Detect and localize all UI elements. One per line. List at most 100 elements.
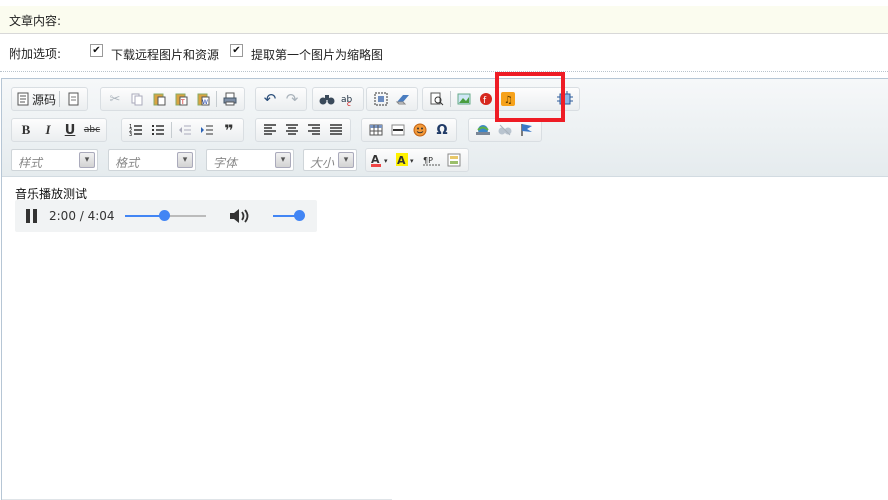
source-icon [17, 92, 29, 106]
underline-button[interactable]: U [60, 120, 80, 140]
numbered-list-button[interactable]: 123 [126, 120, 146, 140]
select-all-button[interactable] [371, 89, 391, 109]
show-blocks-button[interactable] [444, 150, 464, 170]
unlink-icon [498, 124, 512, 136]
find-button[interactable] [317, 89, 337, 109]
toolbar-group-insert: f ♫ [422, 87, 580, 111]
svg-text:¶P: ¶P [423, 156, 433, 165]
preview-button[interactable] [427, 89, 447, 109]
justify-button[interactable] [326, 120, 346, 140]
template-icon [68, 92, 79, 106]
table-icon [369, 124, 383, 136]
copy-button[interactable] [127, 89, 147, 109]
toolbar-group-history: ↶ ↷ [255, 87, 307, 111]
paste-text-icon: T [175, 93, 188, 106]
align-center-button[interactable] [282, 120, 302, 140]
print-button[interactable] [220, 89, 240, 109]
paste-text-button[interactable]: T [171, 89, 191, 109]
align-left-button[interactable] [260, 120, 280, 140]
volume-knob[interactable] [293, 210, 305, 221]
image-button[interactable] [454, 89, 474, 109]
flag-icon [521, 124, 532, 136]
chevron-down-icon[interactable]: ▾ [79, 152, 95, 168]
text-color-button[interactable]: A ▾ [370, 150, 394, 170]
font-placeholder: 字体 [213, 156, 238, 170]
bullet-list-button[interactable] [148, 120, 168, 140]
font-select[interactable]: 字体 ▾ [206, 149, 294, 171]
strike-button[interactable]: abc [82, 120, 102, 140]
paste-word-button[interactable]: W [193, 89, 213, 109]
toolbar-group-clipboard: ✂ T W [100, 87, 245, 111]
blockquote-button[interactable]: ❞ [219, 120, 239, 140]
chevron-down-icon[interactable]: ▾ [338, 152, 354, 168]
template-button[interactable] [63, 89, 83, 109]
volume-icon[interactable] [229, 208, 251, 224]
undo-icon: ↶ [263, 90, 277, 108]
iframe-button[interactable] [555, 89, 575, 109]
text-color-icon: A ▾ [371, 153, 388, 167]
cut-icon: ✂ [109, 91, 121, 107]
toolbar-group-lists: 123 ❞ [121, 118, 244, 142]
justify-icon [330, 124, 342, 135]
separator [216, 91, 217, 107]
select-all-icon [374, 92, 388, 106]
bullet-list-icon [152, 125, 164, 135]
copy-icon [131, 93, 143, 106]
link-button[interactable] [473, 120, 493, 140]
toolbar-group-textstyle: B I U abc [11, 118, 107, 142]
svg-text:T: T [180, 99, 185, 106]
replace-button[interactable]: ab c [339, 89, 359, 109]
omega-icon: Ω [436, 122, 448, 138]
table-button[interactable] [366, 120, 386, 140]
source-button[interactable]: 源码 [16, 89, 56, 109]
download-remote-checkbox[interactable]: ✔ [90, 44, 103, 57]
remove-format-button[interactable] [393, 89, 413, 109]
paste-word-icon: W [197, 93, 210, 106]
separator [450, 91, 451, 107]
italic-button[interactable]: I [38, 120, 58, 140]
unlink-button[interactable] [495, 120, 515, 140]
editor-content[interactable]: 音乐播放测试 2:00 / 4:04 [2, 178, 888, 500]
horizontal-rule-icon [391, 124, 405, 136]
chevron-down-icon[interactable]: ▾ [177, 152, 193, 168]
format-select[interactable]: 格式 ▾ [108, 149, 196, 171]
music-note-icon: ♫ [501, 92, 515, 106]
outdent-button[interactable] [175, 120, 195, 140]
redo-button[interactable]: ↷ [282, 89, 302, 109]
svg-text:♫: ♫ [504, 95, 513, 106]
align-right-button[interactable] [304, 120, 324, 140]
player-time: 2:00 / 4:04 [49, 209, 115, 223]
smiley-icon [413, 123, 427, 137]
toolbar-group-colors: A ▾ A ▾ ¶P [365, 148, 469, 172]
align-center-icon [286, 124, 298, 135]
smiley-button[interactable] [410, 120, 430, 140]
flash-button[interactable]: f [476, 89, 496, 109]
download-remote-label: 下载远程图片和资源 [111, 48, 220, 62]
replace-icon: abc [341, 95, 353, 106]
toolbar-group-align [255, 118, 351, 142]
flash-icon: f [480, 93, 492, 106]
svg-text:▾: ▾ [384, 157, 388, 165]
pause-icon[interactable] [26, 209, 38, 223]
chevron-down-icon[interactable]: ▾ [275, 152, 291, 168]
horizontal-rule-button[interactable] [388, 120, 408, 140]
undo-button[interactable]: ↶ [260, 89, 280, 109]
rich-text-editor: 源码 ✂ T W ↶ ↷ ab c f ♫ B I U abc 1 2 3 ❞ … [1, 78, 888, 500]
style-select[interactable]: 样式 ▾ [11, 149, 98, 171]
music-button[interactable]: ♫ [498, 89, 542, 109]
indent-button[interactable] [197, 120, 217, 140]
numbered-list-icon: 123 [129, 124, 142, 137]
cut-button[interactable]: ✂ [105, 89, 125, 109]
paste-button[interactable] [149, 89, 169, 109]
special-char-button[interactable]: Ω [432, 120, 452, 140]
size-select[interactable]: 大小 ▾ [303, 149, 357, 171]
toolbar-group-objects: Ω [361, 118, 457, 142]
bold-button[interactable]: B [16, 120, 36, 140]
toolbar-group-source: 源码 [11, 87, 89, 111]
progress-knob[interactable] [159, 210, 171, 221]
anchor-button[interactable] [517, 120, 537, 140]
bg-color-button[interactable]: A ▾ [396, 150, 420, 170]
page-break-button[interactable]: ¶P [422, 150, 442, 170]
thumbnail-checkbox[interactable]: ✔ [230, 44, 243, 57]
source-label: 源码 [32, 92, 57, 107]
